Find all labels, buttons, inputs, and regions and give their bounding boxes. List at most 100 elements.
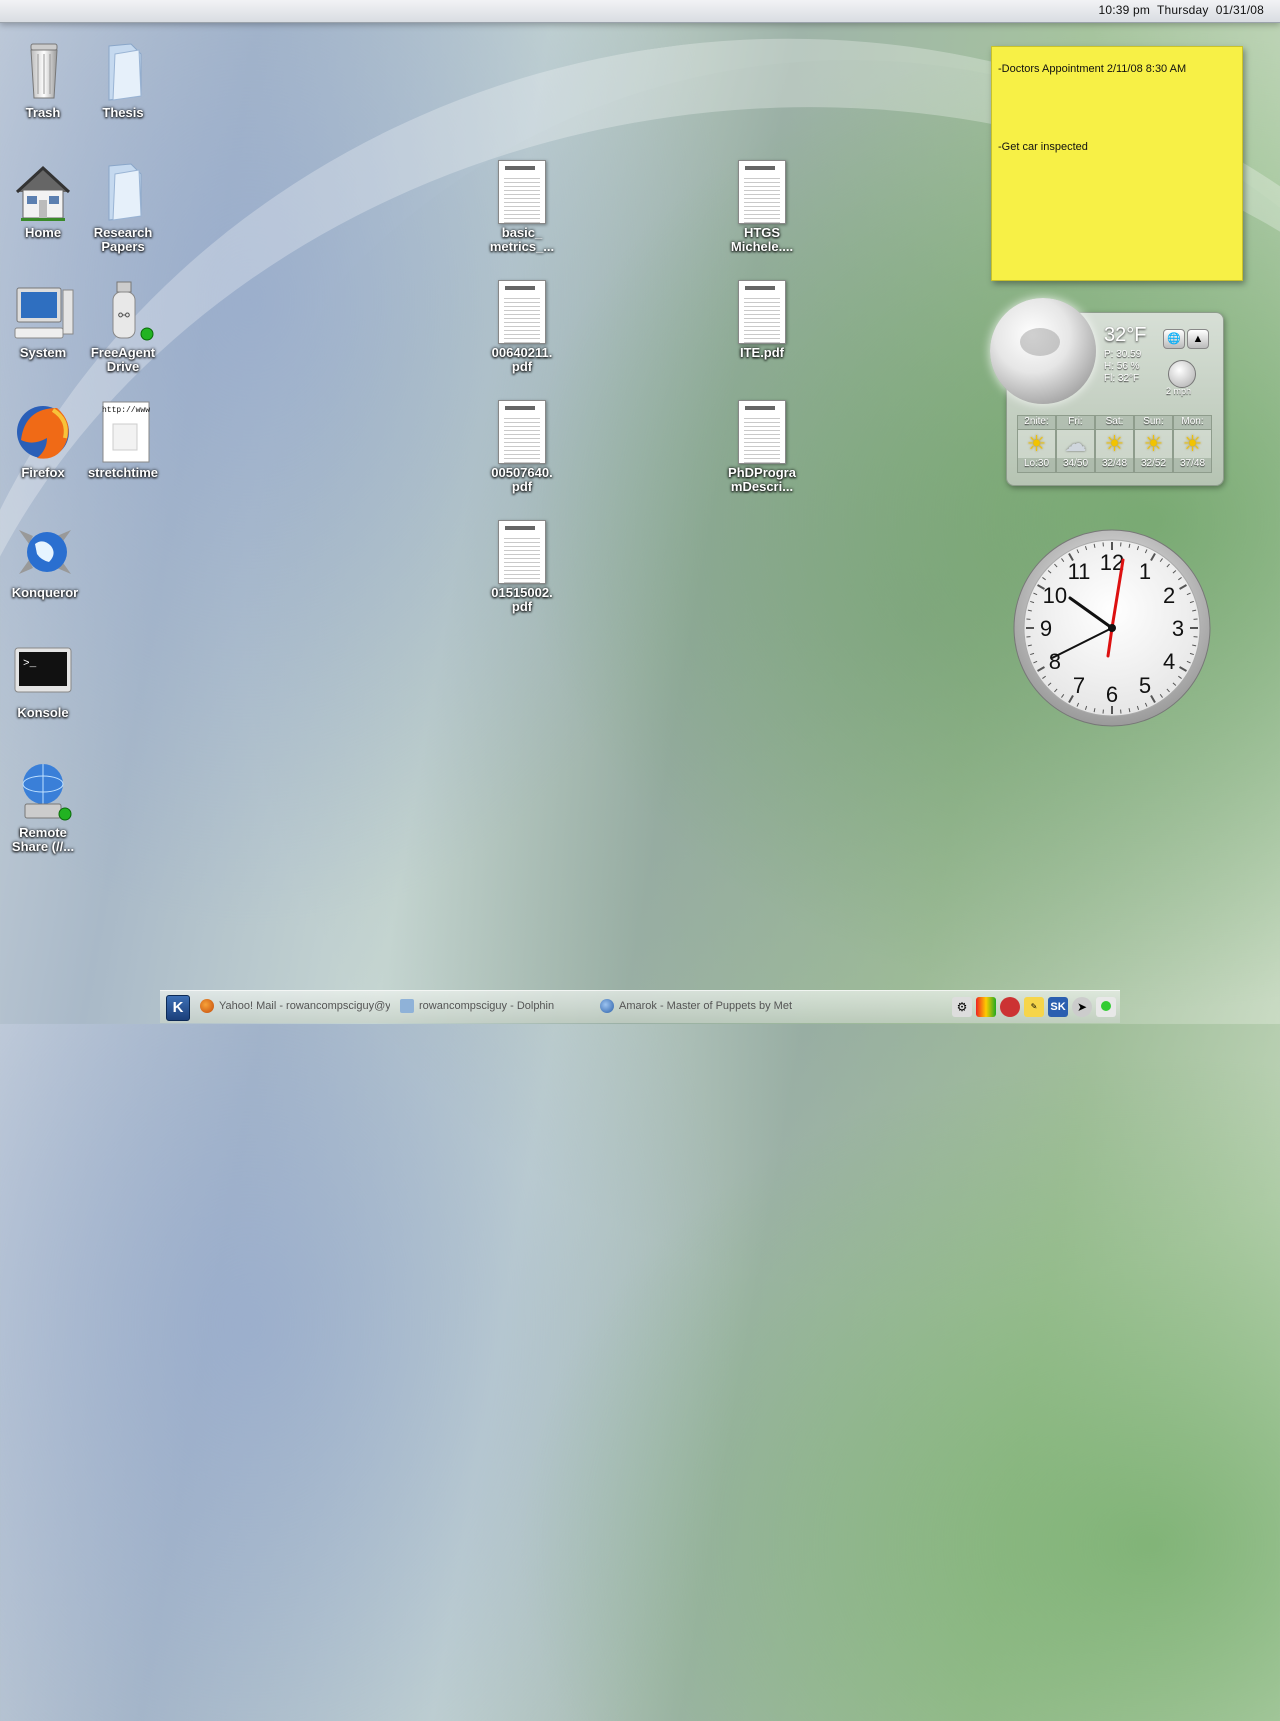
folder-icon xyxy=(91,40,155,104)
desktop-icon-konqueror[interactable]: Konqueror xyxy=(5,520,85,600)
clock-number: 1 xyxy=(1139,559,1151,584)
desktop-icon-system[interactable]: System xyxy=(3,280,83,360)
file-label: basic_ metrics_... xyxy=(482,226,562,254)
clock-number: 3 xyxy=(1172,616,1184,641)
desktop-icon-label: Research Papers xyxy=(83,226,163,254)
kmix-icon[interactable] xyxy=(1096,997,1116,1017)
desktop-icon-label: Konsole xyxy=(3,706,83,720)
forecast-temps: 37/48 xyxy=(1174,458,1211,472)
taskbar: K Yahoo! Mail - rowancompsciguy@y rowanc… xyxy=(160,990,1120,1023)
partly-sunny-icon: ☀ xyxy=(1018,430,1055,458)
task-label: rowancompsciguy - Dolphin xyxy=(419,1000,554,1012)
forecast-day: Mon: ☀ 37/48 xyxy=(1173,415,1212,473)
file-00640211[interactable]: 00640211. pdf xyxy=(482,280,562,374)
desktop-icon-label: Firefox xyxy=(3,466,83,480)
clock-number: 8 xyxy=(1049,649,1061,674)
file-label: 00640211. pdf xyxy=(482,346,562,374)
clock-number: 7 xyxy=(1073,673,1085,698)
file-01515002[interactable]: 01515002. pdf xyxy=(482,520,562,614)
konqueror-icon xyxy=(13,520,77,584)
file-basic-metrics[interactable]: basic_ metrics_... xyxy=(482,160,562,254)
desktop-icon-konsole[interactable]: >_ Konsole xyxy=(3,640,83,720)
desktop-icon-remote-share[interactable]: Remote Share (//... xyxy=(3,760,83,854)
network-share-icon xyxy=(11,760,75,824)
forecast-day-name: 2nite: xyxy=(1018,416,1055,430)
pdf-file-icon xyxy=(498,400,546,464)
desktop-icon-label: Konqueror xyxy=(5,586,85,600)
forecast-day-name: Fri: xyxy=(1057,416,1094,430)
file-phdprogram-description[interactable]: PhDProgra mDescri... xyxy=(722,400,802,494)
pdf-file-icon xyxy=(498,160,546,224)
file-label: PhDProgra mDescri... xyxy=(722,466,802,494)
media-icon[interactable] xyxy=(1000,997,1020,1017)
weather-feels-like: Fl: 32°F xyxy=(1104,373,1139,384)
desktop-icon-label: Home xyxy=(3,226,83,240)
amarok-icon xyxy=(600,999,614,1013)
desktop-icon-home[interactable]: Home xyxy=(3,160,83,240)
note-line: -Doctors Appointment 2/11/08 8:30 AM xyxy=(998,63,1186,75)
pdf-file-icon xyxy=(498,520,546,584)
svg-text:⚯: ⚯ xyxy=(118,307,130,323)
svg-text:>_: >_ xyxy=(23,658,37,670)
task-yahoo-mail[interactable]: Yahoo! Mail - rowancompsciguy@y xyxy=(200,999,390,1013)
file-htgs-michele[interactable]: HTGS Michele.... xyxy=(722,160,802,254)
desktop-icon-trash[interactable]: Trash xyxy=(3,40,83,120)
task-label: Amarok - Master of Puppets by Met xyxy=(619,1000,792,1012)
file-label: HTGS Michele.... xyxy=(722,226,802,254)
network-icon[interactable]: ➤ xyxy=(1072,997,1092,1017)
dolphin-icon xyxy=(400,999,414,1013)
system-monitor-icon[interactable] xyxy=(976,997,996,1017)
pdf-file-icon xyxy=(738,400,786,464)
partly-sunny-icon: ☀ xyxy=(1174,430,1211,458)
file-label: 01515002. pdf xyxy=(482,586,562,614)
html-file-icon: http://www xyxy=(91,400,155,464)
clock-number: 10 xyxy=(1043,583,1067,608)
firefox-icon xyxy=(200,999,214,1013)
forecast-day-name: Mon: xyxy=(1174,416,1211,430)
forecast-day: Fri: ☁ 34/50 xyxy=(1056,415,1095,473)
forecast-day: Sun: ☀ 32/52 xyxy=(1134,415,1173,473)
sunny-icon: ☀ xyxy=(1096,430,1133,458)
clock-number: 11 xyxy=(1068,559,1091,584)
terminal-icon: >_ xyxy=(11,640,75,704)
globe-icon[interactable]: 🌐 xyxy=(1163,329,1185,349)
notes-icon[interactable]: ✎ xyxy=(1024,997,1044,1017)
clock-date: 01/31/08 xyxy=(1216,3,1264,17)
clock-number: 5 xyxy=(1139,673,1151,698)
desktop-icon-stretchtime[interactable]: http://www stretchtime xyxy=(83,400,163,480)
klipper-icon[interactable]: ⚙ xyxy=(952,997,972,1017)
partly-sunny-icon: ☀ xyxy=(1135,430,1172,458)
firefox-icon xyxy=(11,400,75,464)
weather-wind: 2 mph xyxy=(1166,386,1191,396)
file-00507640[interactable]: 00507640. pdf xyxy=(482,400,562,494)
panel-clock[interactable]: 10:39 pm Thursday 01/31/08 xyxy=(1098,3,1264,17)
desktop-icon-research-papers[interactable]: Research Papers xyxy=(83,160,163,254)
desktop-icon-thesis[interactable]: Thesis xyxy=(83,40,163,120)
note-line: -Get car inspected xyxy=(998,141,1088,153)
desktop-icon-freeagent-drive[interactable]: ⚯ FreeAgent Drive xyxy=(83,280,163,374)
clock-number: 4 xyxy=(1163,649,1175,674)
forecast-temps: 32/48 xyxy=(1096,458,1133,472)
moon-icon xyxy=(990,298,1096,404)
task-label: Yahoo! Mail - rowancompsciguy@y xyxy=(219,1000,390,1012)
desktop-icon-label: Trash xyxy=(3,106,83,120)
desktop-icon-firefox[interactable]: Firefox xyxy=(3,400,83,480)
file-ite-pdf[interactable]: ITE.pdf xyxy=(722,280,802,360)
pdf-file-icon xyxy=(738,280,786,344)
desktop-icon-label: Remote Share (//... xyxy=(3,826,83,854)
task-amarok[interactable]: Amarok - Master of Puppets by Met xyxy=(600,999,795,1013)
analog-clock-widget[interactable]: 121234567891011 xyxy=(1012,528,1212,728)
map-icon[interactable]: ▲ xyxy=(1187,329,1209,349)
k-menu-button[interactable]: K xyxy=(166,995,190,1021)
task-dolphin[interactable]: rowancompsciguy - Dolphin xyxy=(400,999,580,1013)
weather-humidity: H: 56 % xyxy=(1104,361,1140,372)
rain-icon: ☁ xyxy=(1057,430,1094,458)
forecast-day-name: Sat: xyxy=(1096,416,1133,430)
forecast-day: Sat: ☀ 32/48 xyxy=(1095,415,1134,473)
weather-temperature: 32°F xyxy=(1104,324,1146,347)
desktop-icon-label: stretchtime xyxy=(83,466,163,480)
clock-number: 2 xyxy=(1163,583,1175,608)
forecast-temps: 34/50 xyxy=(1057,458,1094,472)
sticky-note-widget[interactable]: -Doctors Appointment 2/11/08 8:30 AM -Ge… xyxy=(991,46,1243,281)
superkaramba-icon[interactable]: SK xyxy=(1048,997,1068,1017)
